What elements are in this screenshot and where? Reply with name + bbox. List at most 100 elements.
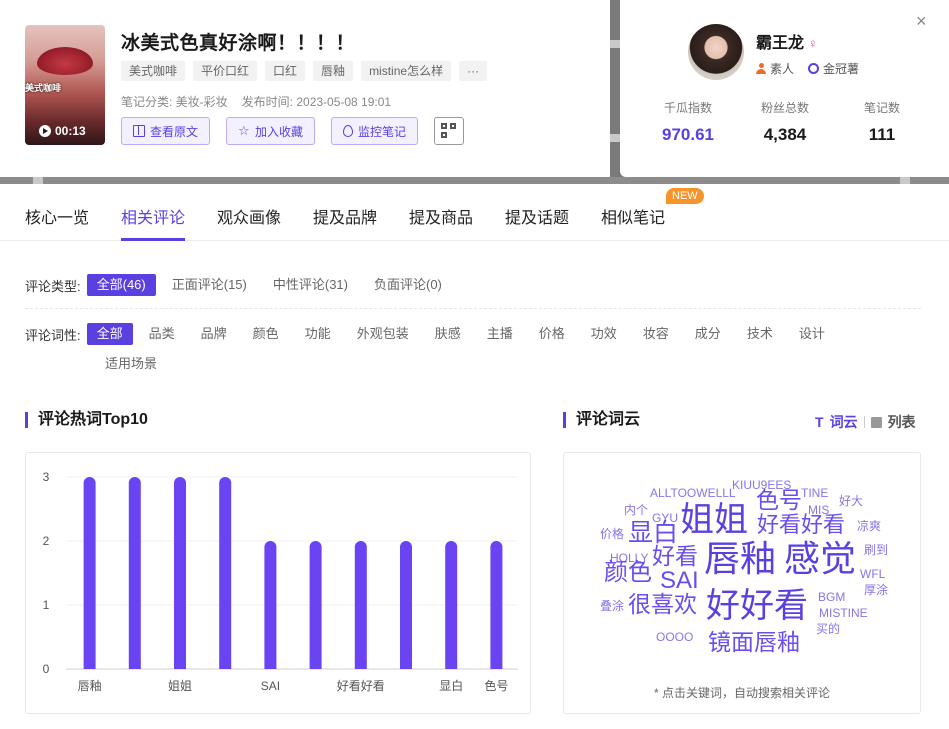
filter-option[interactable]: 肤感 [425,323,471,345]
video-thumbnail[interactable]: 美式咖啡 00:13 [25,25,105,145]
word-cloud-keyword[interactable]: 买的 [816,623,840,635]
filter-option[interactable]: 成分 [685,323,731,345]
divider-tick [610,40,620,48]
note-tag[interactable]: mistine怎么样 [361,61,452,81]
word-cloud-keyword[interactable]: ALLTOOWELLL [650,487,736,499]
word-cloud-keyword[interactable]: 镜面唇釉 [708,631,800,654]
tab-audience[interactable]: 观众画像 [217,204,281,228]
location-pin-icon [343,125,354,137]
word-cloud-keyword[interactable]: 很喜欢 [628,593,697,616]
note-actions: 查看原文 ☆ 加入收藏 监控笔记 [121,117,465,145]
bar [264,541,277,669]
filter-option[interactable]: 功效 [581,323,627,345]
word-cloud-keyword[interactable]: TINE [801,487,828,499]
filter-option[interactable]: 妆容 [633,323,679,345]
monitor-note-label: 监控笔记 [358,124,407,139]
play-icon [39,125,51,137]
cloud-view-button[interactable]: 词云 [830,412,858,432]
word-cloud-keyword[interactable]: 好看好看 [757,514,845,536]
filter-option[interactable]: 品类 [139,323,185,345]
filter-option[interactable]: 全部(46) [86,274,156,296]
word-cloud-note: * 点击关键词，自动搜索相关评论 [653,686,830,700]
backdrop-tick [900,177,910,184]
qr-code-button[interactable] [434,117,465,145]
note-tag[interactable]: 口红 [265,61,306,81]
word-cloud-keyword[interactable]: 唇釉 [704,541,776,577]
bar [219,477,232,669]
bar [174,477,186,669]
filter-option[interactable]: 适用场景 [95,353,167,375]
word-cloud-keyword[interactable]: 价格 [600,528,624,540]
tab-products[interactable]: 提及商品 [409,204,473,228]
bar-base [83,663,96,669]
word-cloud-keyword[interactable]: 姐姐 [680,503,748,537]
word-cloud-keyword[interactable]: WFL [860,568,885,580]
word-cloud-keyword[interactable]: 凉爽 [857,520,881,532]
note-tag[interactable]: 平价口红 [193,61,258,81]
filter-option[interactable]: 技术 [737,323,783,345]
monitor-note-button[interactable]: 监控笔记 [331,117,419,145]
tab-similar-notes[interactable]: 相似笔记 [601,204,665,228]
word-cloud-keyword[interactable]: 颜色 [604,561,652,585]
stat-value: 970.61 [662,125,714,144]
word-category-filter-row2: 适用场景 [95,353,167,375]
view-original-button[interactable]: 查看原文 [121,117,211,145]
author-type-label: 素人 [770,62,795,76]
stat-notes: 笔记数 111 [834,99,930,145]
avatar [688,24,744,80]
author-level-label: 金冠薯 [823,62,860,76]
word-cloud-keyword[interactable]: 刷到 [864,544,888,556]
close-icon[interactable]: × [916,12,927,30]
word-cloud-keyword[interactable]: SAI [660,569,699,593]
word-cloud-keyword[interactable]: OOOO [656,631,693,643]
tab-brands[interactable]: 提及品牌 [313,204,377,228]
filter-option[interactable]: 价格 [529,323,575,345]
qr-code-icon [441,123,457,139]
author-level-badge: 金冠薯 [808,60,859,77]
more-tags-button[interactable]: ··· [459,61,488,81]
bar-base [400,663,412,669]
stat-value: 111 [868,125,896,144]
y-tick-label: 0 [43,662,50,676]
filter-option[interactable]: 负面评论(0) [364,274,452,296]
filter-option[interactable]: 设计 [789,323,835,345]
x-tick-label: 显白 [439,678,463,693]
filter-option[interactable]: 中性评论(31) [263,274,358,296]
filter-option[interactable]: 全部 [86,323,133,345]
filter-option[interactable]: 品牌 [191,323,237,345]
word-cloud-keyword[interactable]: 好看 [652,545,698,568]
stat-fans: 粉丝总数 4,384 [737,99,833,145]
author-badges: 素人 金冠薯 [756,60,859,77]
filter-option[interactable]: 外观包装 [347,323,419,345]
tab-related-comments[interactable]: 相关评论 [121,204,185,228]
word-cloud-keyword[interactable]: 内个 [624,504,648,516]
hot-words-title: 评论热词Top10 [25,412,148,428]
crown-icon [808,63,820,74]
word-cloud-keyword[interactable]: 叠涂 [600,600,624,612]
note-tag[interactable]: 美式咖啡 [121,61,186,81]
person-icon [756,63,766,74]
filter-option[interactable]: 颜色 [243,323,289,345]
word-cloud-keyword[interactable]: 感觉 [784,541,856,577]
filter-option[interactable]: 主播 [477,323,523,345]
x-tick-label: 色号 [484,679,508,693]
note-info-card: 美式咖啡 00:13 冰美式色真好涂啊！！！！ 美式咖啡 平价口红 口红 唇釉 … [0,0,610,177]
filter-option[interactable]: 功能 [295,323,341,345]
tab-topics[interactable]: 提及话题 [505,204,569,228]
filter-option[interactable]: 正面评论(15) [162,274,257,296]
bar-base [174,663,186,669]
list-view-button[interactable]: 列表 [888,412,916,432]
tab-overview[interactable]: 核心一览 [25,204,89,228]
word-cloud-keyword[interactable]: BGM [818,591,845,603]
thumbnail-image [37,47,93,75]
word-cloud-keyword[interactable]: 厚涂 [864,584,888,596]
stat-label: 粉丝总数 [760,101,809,115]
note-title: 冰美式色真好涂啊！！！！ [121,33,356,54]
word-cloud-keyword[interactable]: 色号 [756,489,802,512]
note-tag[interactable]: 唇釉 [313,61,354,81]
word-cloud-keyword[interactable]: 好大 [839,495,863,507]
word-cloud-keyword[interactable]: MISTINE [819,607,868,619]
bar [309,541,322,669]
add-favorite-button[interactable]: ☆ 加入收藏 [226,117,316,145]
word-cloud-keyword[interactable]: 好好看 [706,589,808,623]
